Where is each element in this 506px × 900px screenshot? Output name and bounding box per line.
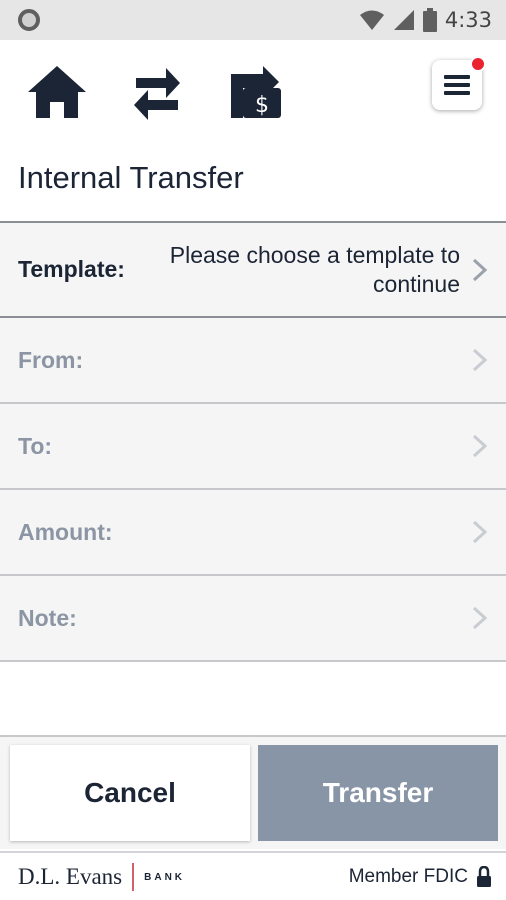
signal-icon (393, 10, 414, 30)
template-value: Please choose a template to continue (169, 241, 460, 297)
status-time: 4:33 (444, 8, 492, 32)
status-bar-right: 4:33 (359, 8, 492, 32)
chevron-right-icon (472, 348, 488, 372)
notification-badge (470, 56, 486, 72)
member-fdic-text: Member FDIC (348, 866, 468, 887)
to-label: To: (18, 432, 53, 459)
home-icon[interactable] (26, 64, 88, 120)
transfer-arrows-icon[interactable] (132, 64, 182, 120)
chevron-right-icon (472, 520, 488, 544)
lock-icon (477, 866, 491, 887)
transfer-form: Template: Please choose a template to co… (0, 223, 506, 662)
chevron-right-icon (472, 606, 488, 630)
bill-pay-icon[interactable]: $ (229, 64, 283, 120)
top-nav: $ (0, 40, 506, 148)
logo-name: D.L. Evans (18, 864, 123, 889)
status-bar: 4:33 (0, 0, 506, 40)
chevron-right-icon (472, 258, 488, 281)
note-label: Note: (18, 604, 77, 631)
logo-divider (132, 863, 135, 891)
amount-label: Amount: (18, 518, 113, 545)
action-bar: Cancel Transfer (0, 737, 506, 849)
fdic-notice: Member FDIC (349, 866, 492, 888)
svg-text:$: $ (255, 93, 269, 118)
from-label: From: (18, 346, 84, 373)
chevron-right-icon (472, 434, 488, 458)
template-label: Template: (18, 256, 125, 282)
to-row[interactable]: To: (0, 404, 506, 490)
template-row[interactable]: Template: Please choose a template to co… (0, 223, 506, 318)
bank-logo: D.L. Evans BANK (18, 863, 185, 891)
logo-bank-text: BANK (144, 871, 186, 883)
note-row[interactable]: Note: (0, 576, 506, 662)
battery-icon (422, 8, 437, 32)
menu-icon (444, 75, 470, 95)
notification-circle-icon (18, 9, 40, 31)
amount-row[interactable]: Amount: (0, 490, 506, 576)
transfer-button[interactable]: Transfer (258, 745, 498, 841)
page-title: Internal Transfer (18, 160, 244, 195)
menu-button[interactable] (432, 56, 486, 110)
from-row[interactable]: From: (0, 318, 506, 404)
wifi-icon (359, 10, 384, 30)
footer: D.L. Evans BANK Member FDIC (0, 851, 506, 900)
cancel-button[interactable]: Cancel (10, 745, 250, 841)
